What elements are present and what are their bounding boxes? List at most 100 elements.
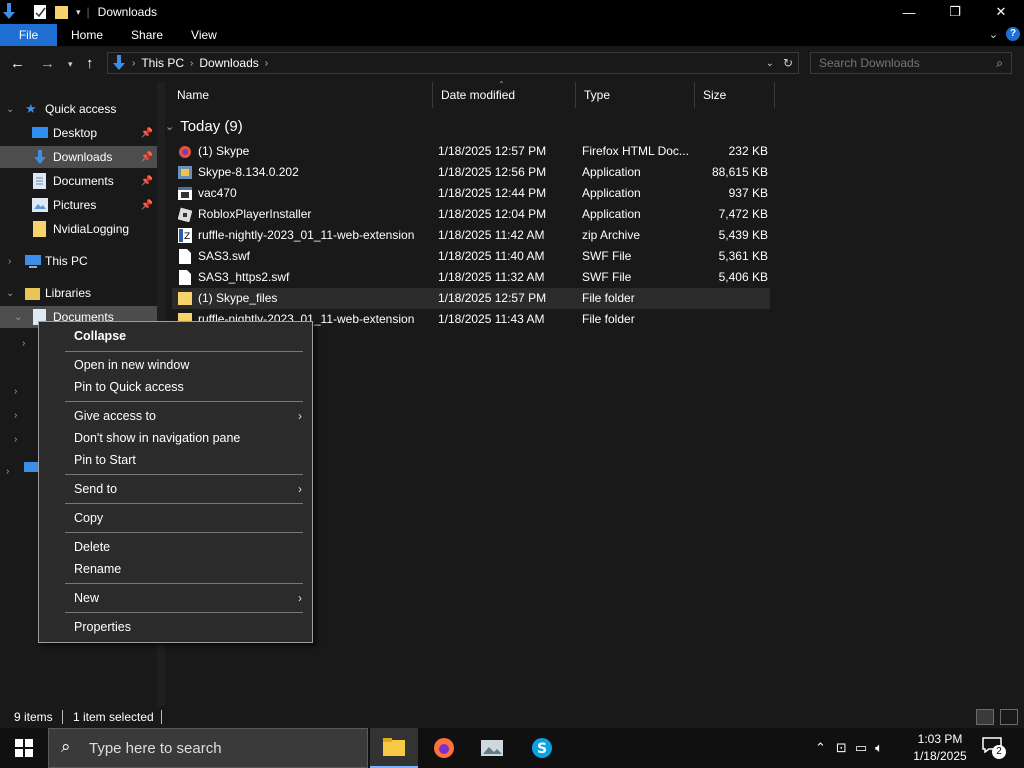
menu-separator bbox=[65, 532, 303, 533]
back-arrow-icon[interactable]: ← bbox=[10, 55, 25, 72]
taskbar-firefox[interactable] bbox=[420, 728, 468, 768]
address-bar[interactable]: › This PC › Downloads › ⌄ ↻ bbox=[107, 52, 799, 74]
downloads-location-icon bbox=[113, 55, 125, 70]
maximize-button[interactable]: ❐ bbox=[932, 0, 978, 24]
close-button[interactable]: ✕ bbox=[978, 0, 1024, 24]
sidebar-item-documents[interactable]: Documents 📌 bbox=[0, 170, 157, 192]
new-folder-icon[interactable] bbox=[54, 4, 70, 20]
properties-icon[interactable] bbox=[32, 4, 48, 20]
chevron-right-icon[interactable]: › bbox=[14, 434, 17, 445]
menu-item-copy[interactable]: Copy bbox=[39, 507, 312, 529]
sidebar-item-nvidialogging[interactable]: NvidiaLogging bbox=[0, 218, 157, 240]
start-button[interactable] bbox=[0, 728, 48, 768]
taskbar-file-explorer[interactable] bbox=[370, 728, 418, 768]
file-size: 5,439 KB bbox=[718, 228, 768, 242]
ethernet-icon[interactable]: ▭ bbox=[855, 740, 867, 756]
file-name: SAS3.swf bbox=[198, 249, 251, 263]
pin-icon: 📌 bbox=[140, 151, 153, 163]
chevron-right-icon[interactable]: › bbox=[14, 410, 17, 421]
refresh-icon[interactable]: ↻ bbox=[783, 56, 793, 70]
taskbar-clock[interactable]: 1:03 PM 1/18/2025 bbox=[908, 731, 972, 765]
file-row[interactable]: SAS3.swf 1/18/2025 11:40 AM SWF File 5,3… bbox=[172, 246, 770, 267]
menu-item-new[interactable]: New › bbox=[39, 587, 312, 609]
file-row[interactable]: (1) Skype 1/18/2025 12:57 PM Firefox HTM… bbox=[172, 141, 770, 162]
file-date: 1/18/2025 12:44 PM bbox=[438, 186, 547, 200]
sidebar-item-pictures[interactable]: Pictures 📌 bbox=[0, 194, 157, 216]
volume-icon[interactable]: 🔈︎ bbox=[875, 740, 883, 756]
help-icon[interactable]: ? bbox=[1006, 27, 1020, 41]
menu-item-collapse[interactable]: Collapse bbox=[39, 325, 312, 347]
file-row[interactable]: SAS3_https2.swf 1/18/2025 11:32 AM SWF F… bbox=[172, 267, 770, 288]
search-box[interactable]: ⌕ bbox=[810, 52, 1012, 74]
sidebar-item-label: Downloads bbox=[53, 150, 113, 164]
menu-item-open-new-window[interactable]: Open in new window bbox=[39, 354, 312, 376]
menu-item-send-to[interactable]: Send to › bbox=[39, 478, 312, 500]
firefox-html-icon bbox=[179, 146, 191, 158]
chevron-down-icon[interactable]: ▾ bbox=[76, 7, 81, 18]
taskbar-search[interactable]: ⌕ Type here to search bbox=[48, 728, 368, 768]
minimize-button[interactable]: — bbox=[886, 0, 932, 24]
menu-item-pin-start[interactable]: Pin to Start bbox=[39, 449, 312, 471]
recent-locations-icon[interactable]: ▾ bbox=[68, 59, 73, 70]
action-center-button[interactable]: 2 bbox=[982, 737, 1006, 759]
file-size: 88,615 KB bbox=[711, 165, 768, 179]
chevron-down-icon[interactable]: ⌄ bbox=[6, 104, 14, 115]
breadcrumb-downloads[interactable]: Downloads bbox=[199, 56, 258, 70]
menu-item-give-access[interactable]: Give access to › bbox=[39, 405, 312, 427]
file-row[interactable]: RobloxPlayerInstaller 1/18/2025 12:04 PM… bbox=[172, 204, 770, 225]
tab-view[interactable]: View bbox=[177, 24, 231, 46]
up-arrow-icon[interactable]: ↑ bbox=[86, 55, 94, 72]
file-row[interactable]: Skype-8.134.0.202 1/18/2025 12:56 PM App… bbox=[172, 162, 770, 183]
menu-item-pin-quick-access[interactable]: Pin to Quick access bbox=[39, 376, 312, 398]
file-type: Firefox HTML Doc... bbox=[582, 144, 689, 158]
ribbon-tabs: File Home Share View ⌄ ? bbox=[0, 24, 1024, 46]
file-row[interactable]: vac470 1/18/2025 12:44 PM Application 93… bbox=[172, 183, 770, 204]
sidebar-item-desktop[interactable]: Desktop 📌 bbox=[0, 122, 157, 144]
taskbar-skype[interactable]: S bbox=[518, 728, 566, 768]
chevron-right-icon[interactable]: › bbox=[8, 256, 11, 267]
star-icon: ★ bbox=[25, 101, 37, 116]
tab-home[interactable]: Home bbox=[57, 24, 117, 46]
nav-quick-access[interactable]: ⌄ ★ Quick access bbox=[0, 98, 157, 120]
menu-item-dont-show[interactable]: Don't show in navigation pane bbox=[39, 427, 312, 449]
nav-this-pc[interactable]: › This PC bbox=[0, 250, 157, 272]
chevron-down-icon[interactable]: ⌄ bbox=[165, 120, 174, 133]
status-divider bbox=[161, 710, 162, 724]
menu-item-delete[interactable]: Delete bbox=[39, 536, 312, 558]
show-hidden-icons-icon[interactable]: ⌃ bbox=[815, 740, 826, 756]
address-history-icon[interactable]: ⌄ bbox=[766, 58, 774, 69]
expand-ribbon-icon[interactable]: ⌄ bbox=[989, 28, 998, 41]
file-row[interactable]: (1) Skype_files 1/18/2025 12:57 PM File … bbox=[172, 288, 770, 309]
search-icon: ⌕ bbox=[61, 737, 71, 756]
nav-libraries[interactable]: ⌄ Libraries bbox=[0, 282, 157, 304]
tab-share[interactable]: Share bbox=[117, 24, 177, 46]
sidebar-item-downloads[interactable]: Downloads 📌 bbox=[0, 146, 157, 168]
chevron-right-icon[interactable]: › bbox=[6, 466, 9, 477]
taskbar-photos[interactable] bbox=[469, 728, 517, 768]
menu-item-properties[interactable]: Properties bbox=[39, 616, 312, 638]
column-header-name[interactable]: Name bbox=[169, 82, 433, 108]
search-input[interactable] bbox=[819, 56, 989, 70]
file-name: Skype-8.134.0.202 bbox=[198, 165, 299, 179]
chevron-down-icon[interactable]: ⌄ bbox=[6, 288, 14, 299]
zip-icon: Z bbox=[178, 228, 192, 243]
libraries-icon bbox=[25, 288, 40, 300]
menu-item-rename[interactable]: Rename bbox=[39, 558, 312, 580]
clock-time: 1:03 PM bbox=[917, 732, 963, 746]
network-status-icon[interactable]: ⊡ bbox=[836, 740, 847, 756]
chevron-down-icon[interactable]: ⌄ bbox=[14, 312, 22, 323]
large-icons-view-button[interactable] bbox=[1000, 709, 1018, 725]
group-header-today[interactable]: ⌄ Today (9) bbox=[165, 115, 243, 137]
details-view-button[interactable] bbox=[976, 709, 994, 725]
tab-file[interactable]: File bbox=[0, 24, 57, 46]
column-header-type[interactable]: Type bbox=[576, 82, 695, 108]
chevron-right-icon[interactable]: › bbox=[22, 338, 25, 349]
forward-arrow-icon[interactable]: → bbox=[40, 55, 55, 72]
firefox-icon bbox=[434, 738, 454, 758]
breadcrumb-this-pc[interactable]: This PC bbox=[141, 56, 184, 70]
column-header-size[interactable]: Size bbox=[695, 82, 775, 108]
chevron-right-icon[interactable]: › bbox=[14, 386, 17, 397]
photos-icon bbox=[481, 740, 503, 756]
file-row[interactable]: Z ruffle-nightly-2023_01_11-web-extensio… bbox=[172, 225, 770, 246]
file-type: Application bbox=[582, 165, 641, 179]
